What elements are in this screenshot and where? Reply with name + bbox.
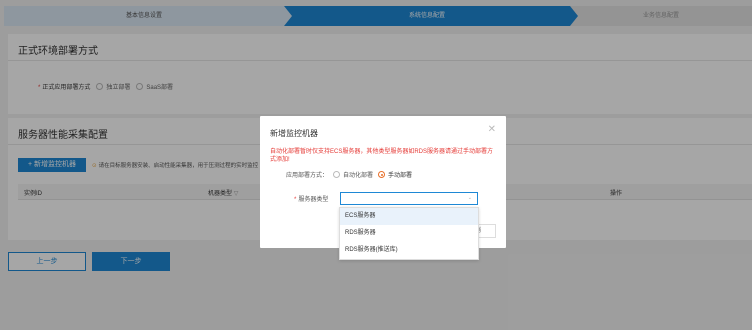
- server-type-label-wrap: * 服务器类型: [294, 194, 328, 203]
- close-icon[interactable]: ✕: [488, 125, 496, 135]
- dropdown-option-rds[interactable]: RDS服务器: [340, 225, 478, 242]
- modal-warning: 自动化部署暂时仅支持ECS服务器，其他类型服务器如RDS服务器请通过手动部署方式…: [270, 149, 494, 163]
- radio-manual-deploy[interactable]: 手动部署: [378, 170, 412, 179]
- radio-circle-icon: [333, 171, 341, 178]
- deploy-method-label: 应用部署方式：: [286, 173, 329, 179]
- dropdown-option-rds-push[interactable]: RDS服务器(推送库): [340, 242, 478, 259]
- server-type-dropdown: ECS服务器 RDS服务器 RDS服务器(推送库): [339, 207, 479, 260]
- dropdown-option-ecs[interactable]: ECS服务器: [340, 208, 478, 225]
- radio-auto-deploy-label: 自动化部署: [343, 173, 374, 179]
- chevron-down-icon: ⌄: [467, 195, 472, 201]
- required-mark: *: [294, 197, 297, 203]
- radio-checked-icon: [378, 171, 386, 178]
- server-type-select[interactable]: ⌄: [340, 192, 478, 205]
- radio-manual-deploy-label: 手动部署: [388, 173, 413, 179]
- radio-auto-deploy[interactable]: 自动化部署: [333, 170, 373, 179]
- modal-title: 新增监控机器: [270, 129, 318, 138]
- deploy-method-row: 应用部署方式： 自动化部署 手动部署: [286, 170, 412, 179]
- server-type-label: 服务器类型: [298, 197, 329, 203]
